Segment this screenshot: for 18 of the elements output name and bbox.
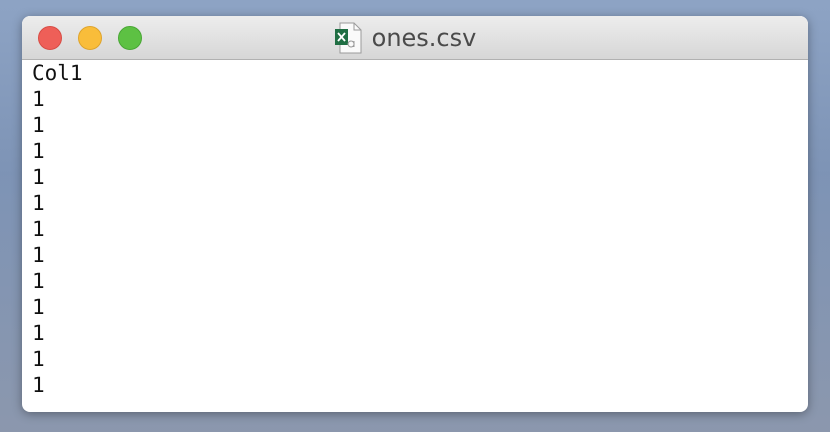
text-line: 1 (32, 346, 46, 372)
text-line: 1 (32, 372, 46, 398)
text-line: 1 (32, 112, 46, 138)
text-line: 1 (32, 320, 46, 346)
text-line: 1 (32, 242, 46, 268)
minimize-button[interactable] (78, 26, 102, 50)
text-line: 1 (32, 86, 46, 112)
text-line: Col1 (32, 60, 84, 86)
text-line: 1 (32, 216, 46, 242)
text-line: 1 (32, 164, 46, 190)
text-line: 1 (32, 294, 46, 320)
text-line: 1 (32, 138, 46, 164)
zoom-button[interactable] (118, 26, 142, 50)
spreadsheet-file-icon (334, 22, 362, 54)
text-line: 1 (32, 268, 46, 294)
window-title: ones.csv (372, 24, 476, 52)
close-button[interactable] (38, 26, 62, 50)
text-line: 1 (32, 190, 46, 216)
